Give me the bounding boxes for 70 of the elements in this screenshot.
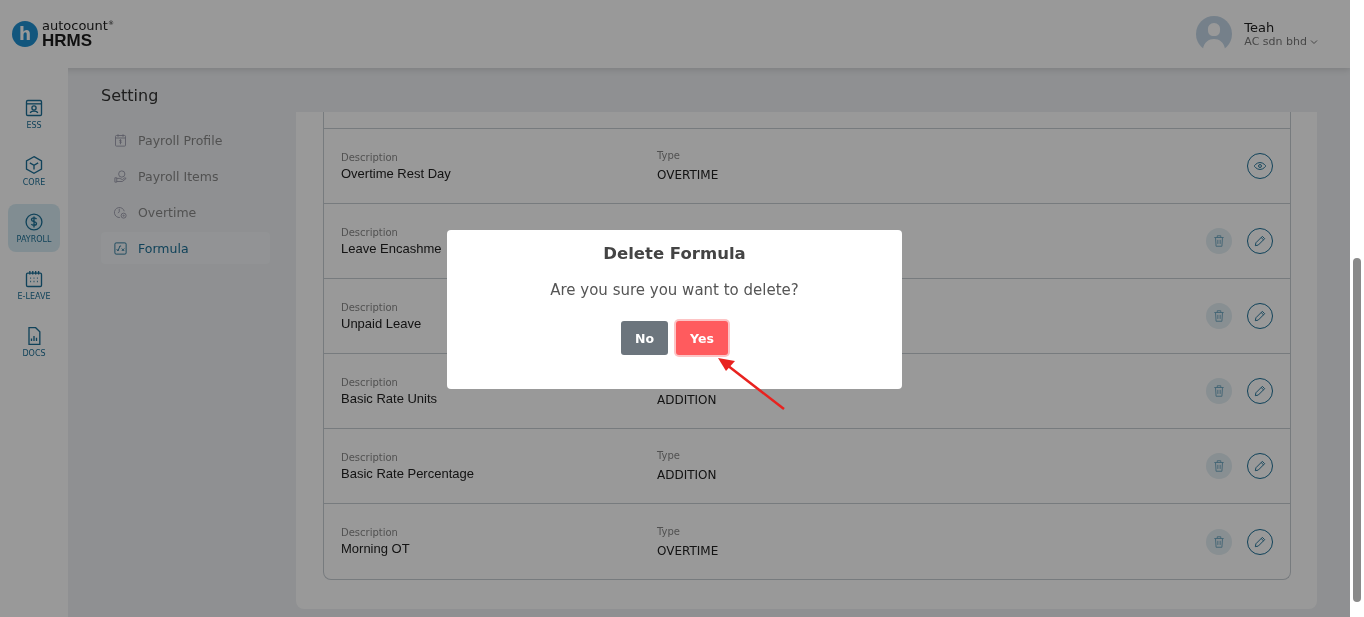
- formula-description: Morning OT: [341, 541, 410, 556]
- logo-mark: h: [12, 21, 38, 47]
- trash-icon: [1212, 309, 1226, 323]
- user-name: Teah: [1244, 20, 1276, 35]
- formula-description: Leave Encashme: [341, 240, 442, 256]
- hand-coin-icon: [113, 168, 128, 184]
- chevron-down-icon[interactable]: [1310, 38, 1318, 45]
- trash-icon: [1212, 384, 1226, 398]
- edit-button[interactable]: [1247, 453, 1273, 479]
- pencil-icon: [1253, 234, 1267, 248]
- formula-description: Overtime Rest Day: [341, 165, 451, 181]
- edit-button[interactable]: [1247, 528, 1273, 555]
- field-label: Description: [341, 226, 398, 238]
- field-label: Type: [657, 525, 680, 537]
- delete-button[interactable]: [1206, 303, 1232, 329]
- formula-type: ADDITION: [657, 468, 717, 482]
- delete-button[interactable]: [1206, 228, 1232, 254]
- yes-button[interactable]: Yes: [676, 321, 728, 355]
- delete-button[interactable]: [1206, 528, 1232, 555]
- field-label: Description: [341, 527, 398, 538]
- edit-button[interactable]: [1247, 303, 1273, 329]
- settings-item[interactable]: Payroll Profile: [101, 124, 270, 156]
- no-button[interactable]: No: [621, 321, 669, 355]
- cube-icon: [24, 155, 44, 175]
- trash-icon: [1212, 534, 1226, 549]
- trash-icon: [1212, 234, 1226, 248]
- formula-type: OVERTIME: [657, 168, 719, 182]
- dollar-icon: [24, 212, 44, 232]
- view-button[interactable]: [1247, 153, 1273, 179]
- formula-type: OVERTIME: [657, 543, 719, 558]
- company-dropdown[interactable]: AC sdn bhd: [1244, 35, 1318, 48]
- scrollbar[interactable]: [1350, 0, 1364, 617]
- logo-product: HRMS: [42, 32, 94, 49]
- delete-button[interactable]: [1206, 453, 1232, 479]
- pencil-icon: [1253, 534, 1267, 549]
- formula-description: Basic Rate Percentage: [341, 465, 474, 481]
- arrow-drawing: [715, 356, 787, 412]
- calendar-dollar-icon: [113, 132, 128, 148]
- dialog-message: Are you sure you want to delete?: [550, 281, 799, 299]
- settings-item[interactable]: Overtime: [101, 196, 270, 228]
- nav-item[interactable]: ESS: [8, 90, 60, 138]
- field-label: Type: [657, 450, 680, 461]
- nav-item[interactable]: E-LEAVE: [8, 261, 60, 309]
- field-label: Description: [341, 376, 398, 388]
- eye-icon: [1253, 159, 1267, 173]
- formula-description: Basic Rate Units: [341, 390, 438, 406]
- dialog-title: Delete Formula: [603, 244, 746, 263]
- edit-button[interactable]: [1247, 228, 1273, 254]
- delete-button[interactable]: [1206, 378, 1232, 404]
- logo-brand: autocount$^{®}$: [42, 19, 114, 32]
- clock-icon: [113, 204, 128, 220]
- nav-item[interactable]: PAYROLL: [8, 204, 60, 252]
- calendar-icon: [24, 269, 44, 289]
- field-label: Type: [657, 150, 680, 161]
- id-card-icon: [24, 98, 44, 118]
- pencil-icon: [1253, 384, 1267, 398]
- field-label: Description: [341, 301, 398, 313]
- field-label: Description: [341, 151, 398, 163]
- pencil-icon: [1253, 309, 1267, 323]
- edit-button[interactable]: [1247, 378, 1273, 404]
- formula-description: Unpaid Leave: [341, 315, 422, 331]
- nav-item[interactable]: CORE: [8, 147, 60, 195]
- settings-item[interactable]: Payroll Items: [101, 160, 270, 192]
- formula-type: ADDITION: [657, 393, 717, 407]
- trash-icon: [1212, 459, 1226, 473]
- nav-item[interactable]: DOCS: [8, 318, 60, 366]
- square-root-icon: [113, 240, 128, 256]
- field-label: Description: [341, 451, 398, 463]
- pencil-icon: [1253, 459, 1267, 473]
- page-title: Setting: [101, 86, 160, 107]
